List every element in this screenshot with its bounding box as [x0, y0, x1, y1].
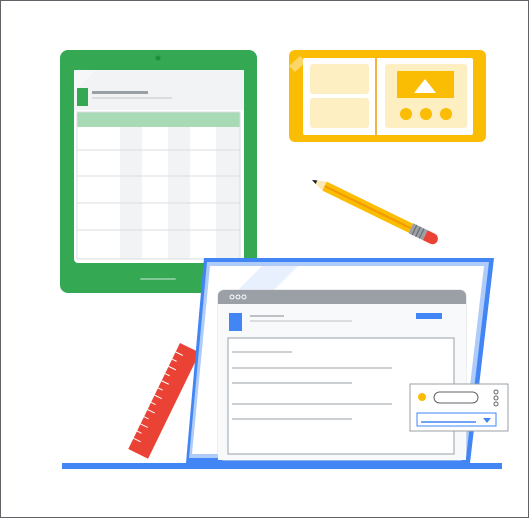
- browser-window-icon: [186, 258, 494, 463]
- desk-line: [62, 463, 502, 469]
- tablet-spreadsheet-icon: [60, 50, 257, 293]
- illustration: [60, 50, 509, 469]
- phone-photo-card-icon: [289, 50, 486, 142]
- pencil-icon: [312, 180, 438, 245]
- settings-popup-icon: [409, 383, 509, 432]
